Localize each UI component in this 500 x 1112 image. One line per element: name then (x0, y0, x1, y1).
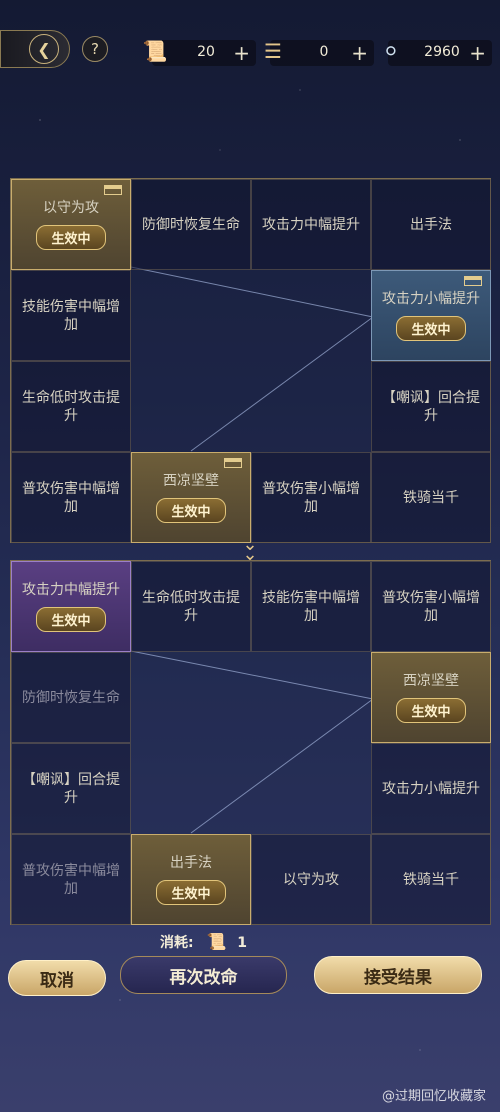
grid-cell[interactable]: 攻击力中幅提升生效中 (11, 561, 131, 652)
cost-value: 1 (237, 935, 248, 951)
cell-label: 攻击力小幅提升 (382, 780, 480, 797)
resource-value: 20 (197, 44, 215, 60)
cell-label: 以守为攻 (283, 871, 339, 888)
cell-label: 出手法 (410, 216, 452, 233)
grid-cell[interactable]: 普攻伤害小幅增加 (251, 452, 371, 543)
accept-result-button[interactable]: 接受结果 (314, 956, 482, 994)
grid-cell[interactable]: 生命低时攻击提升 (131, 561, 251, 652)
grid-center (131, 270, 372, 452)
chevron-down-icon: ⌄ ⌄ (242, 534, 258, 565)
help-button[interactable]: ? (82, 36, 108, 62)
grid-cell[interactable]: 普攻伤害中幅增加 (11, 834, 131, 925)
add-orb-button[interactable]: + (469, 41, 486, 65)
banner-icon (224, 458, 242, 468)
grid-cell[interactable]: 攻击力小幅提升生效中 (371, 270, 491, 361)
grid-cell[interactable]: 以守为攻 生效中 (11, 179, 131, 270)
top-bar: ❮ ? 📜 20 + ☰ 0 + ⚪ 2960 + (0, 26, 500, 76)
resource-value: 2960 (424, 44, 460, 60)
active-badge: 生效中 (156, 498, 226, 523)
grid-cell[interactable]: 出手法 生效中 (131, 834, 251, 925)
resource-bamboo: ☰ 0 + (264, 39, 374, 66)
cell-label: 生命低时攻击提升 (22, 389, 120, 424)
cell-label: 西凉坚壁 (163, 473, 219, 489)
grid-cell[interactable]: 以守为攻 (251, 834, 371, 925)
cell-label: 普攻伤害中幅增加 (22, 862, 120, 897)
grid-cell[interactable]: 攻击力中幅提升 (251, 179, 371, 270)
grid-cell[interactable]: 普攻伤害中幅增加 (11, 452, 131, 543)
silver-orb-icon: ⚪ (382, 39, 400, 63)
cost-display: 消耗: 📜 1 (160, 932, 247, 952)
cell-label: 铁骑当千 (403, 871, 459, 888)
cell-label: 技能伤害中幅增加 (262, 589, 360, 624)
scroll-icon: 📜 (142, 39, 168, 63)
active-badge: 生效中 (396, 316, 466, 341)
cell-label: 防御时恢复生命 (22, 689, 120, 706)
grid-cell[interactable]: 【嘲讽】回合提升 (371, 361, 491, 452)
cell-label: 普攻伤害中幅增加 (22, 480, 120, 515)
cell-label: 防御时恢复生命 (142, 216, 240, 233)
resource-value: 0 (319, 44, 329, 60)
active-badge: 生效中 (156, 880, 226, 905)
grid-cell[interactable]: 西凉坚壁 生效中 (371, 652, 491, 743)
grid-cell[interactable]: 技能伤害中幅增加 (251, 561, 371, 652)
banner-icon (104, 185, 122, 195)
grid-cell[interactable]: 铁骑当千 (371, 834, 491, 925)
cell-label: 攻击力中幅提升 (22, 582, 120, 598)
scroll-icon: 📜 (206, 932, 227, 951)
back-arrow-icon: ❮ (29, 34, 59, 64)
banner-icon (464, 276, 482, 286)
cell-label: 普攻伤害小幅增加 (382, 589, 480, 624)
cell-label: 以守为攻 (43, 200, 99, 216)
cell-label: 【嘲讽】回合提升 (22, 771, 120, 806)
grid-center (131, 652, 372, 834)
bamboo-slip-icon: ☰ (264, 39, 282, 63)
cell-label: 【嘲讽】回合提升 (382, 389, 480, 424)
resource-scroll: 📜 20 + (143, 39, 256, 66)
active-badge: 生效中 (36, 607, 106, 632)
grid-cell[interactable]: 防御时恢复生命 (131, 179, 251, 270)
destiny-grid-new: 攻击力中幅提升 生效中 生命低时攻击提升 技能伤害中幅增加 普攻伤害小幅增加 防御时恢复生… (10, 560, 491, 925)
cell-label: 普攻伤害小幅增加 (262, 480, 360, 515)
cell-label: 西凉坚壁 (403, 673, 459, 689)
add-bamboo-button[interactable]: + (351, 41, 368, 65)
retry-fate-button[interactable]: 再次改命 (120, 956, 287, 994)
grid-cell[interactable]: 攻击力小幅提升 (371, 743, 491, 834)
grid-cell[interactable]: 技能伤害中幅增加 (11, 270, 131, 361)
cell-label: 攻击力中幅提升 (262, 216, 360, 233)
active-badge: 生效中 (396, 698, 466, 723)
resource-orb: ⚪ 2960 + (383, 39, 492, 66)
grid-cell[interactable]: 生命低时攻击提升 (11, 361, 131, 452)
cell-label: 技能伤害中幅增加 (22, 298, 120, 333)
back-button[interactable]: ❮ (0, 30, 70, 68)
cell-label: 攻击力小幅提升 (382, 291, 480, 307)
help-icon: ? (91, 40, 99, 58)
active-badge: 生效中 (36, 225, 106, 250)
cell-label: 生命低时攻击提升 (142, 589, 240, 624)
add-scroll-button[interactable]: + (233, 41, 250, 65)
watermark: @过期回忆收藏家 (381, 1089, 486, 1104)
grid-cell[interactable]: 普攻伤害小幅增加 (371, 561, 491, 652)
grid-cell[interactable]: 铁骑当千 (371, 452, 491, 543)
cell-label: 铁骑当千 (403, 489, 459, 506)
grid-cell[interactable]: 防御时恢复生命 (11, 652, 131, 743)
grid-cell[interactable]: 【嘲讽】回合提升 (11, 743, 131, 834)
cancel-button[interactable]: 取消 (8, 960, 106, 996)
cost-label: 消耗: (160, 935, 194, 951)
destiny-grid-current: 以守为攻 生效中 防御时恢复生命 攻击力中幅提升 出手法 技能伤害中幅增加 攻击力小幅提升生… (10, 178, 491, 543)
cell-label: 出手法 (170, 855, 212, 871)
grid-cell[interactable]: 西凉坚壁 生效中 (131, 452, 251, 543)
grid-cell[interactable]: 出手法 (371, 179, 491, 270)
